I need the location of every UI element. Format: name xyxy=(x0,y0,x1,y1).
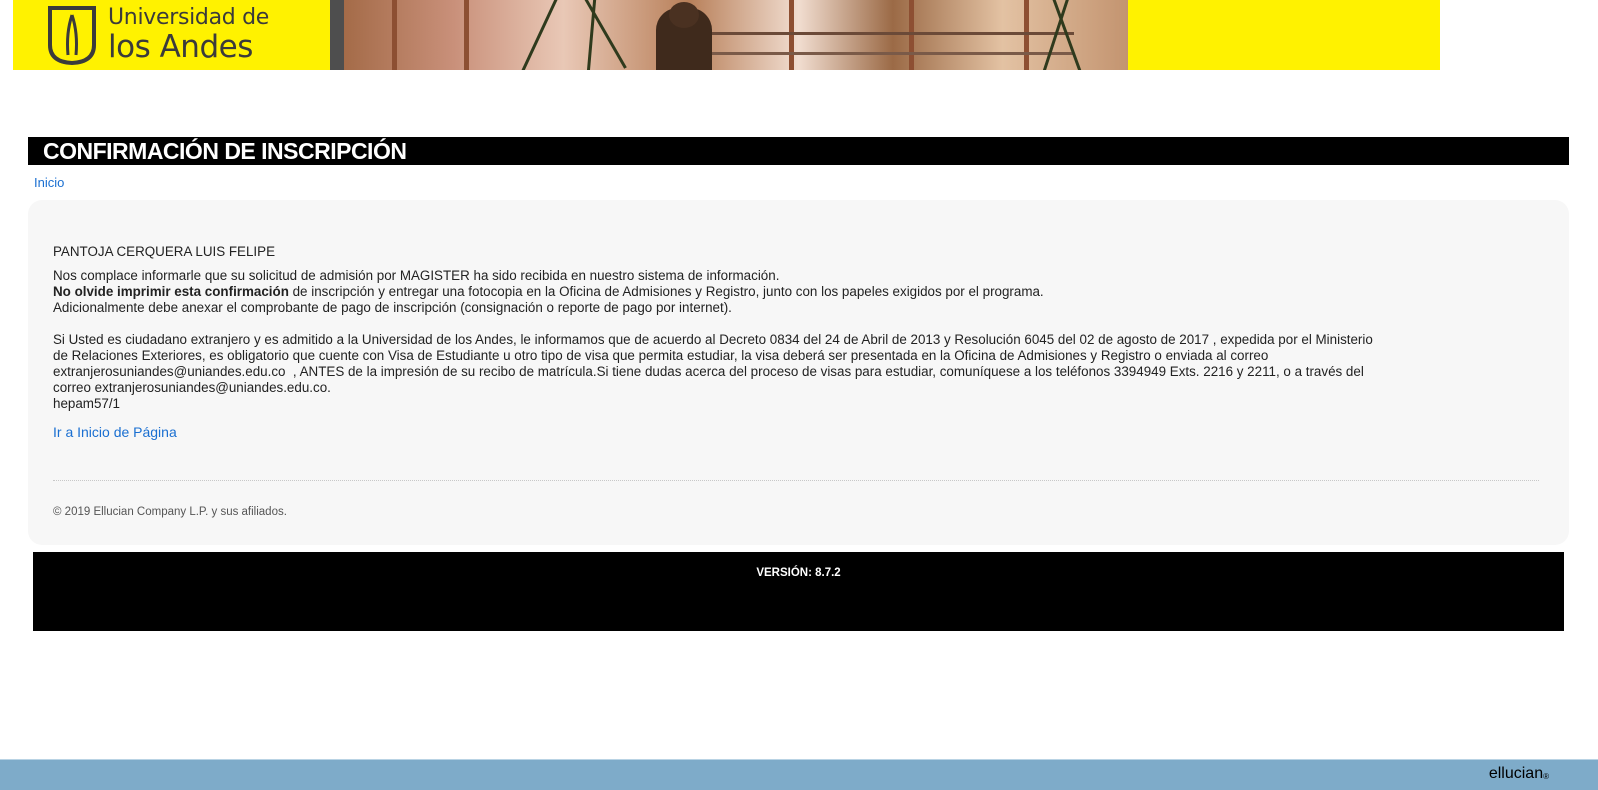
photo-plant xyxy=(579,0,627,69)
applicant-name: PANTOJA CERQUERA LUIS FELIPE xyxy=(53,244,276,259)
photo-plant xyxy=(586,0,597,70)
visa-info-line-4: correo extranjerosuniandes@uniandes.edu.… xyxy=(53,380,331,395)
print-reminder: No olvide imprimir esta confirmación de … xyxy=(53,284,1453,300)
photo-rail xyxy=(694,52,1074,55)
page-code: hepam57/1 xyxy=(53,396,121,411)
photo-beam xyxy=(789,0,794,70)
content-panel: PANTOJA CERQUERA LUIS FELIPE Nos complac… xyxy=(28,200,1569,545)
confirmation-content: PANTOJA CERQUERA LUIS FELIPE Nos complac… xyxy=(53,244,1453,412)
photo-beam xyxy=(909,0,914,70)
visa-info-line-1: Si Usted es ciudadano extranjero y es ad… xyxy=(53,332,1373,347)
photo-rail xyxy=(694,32,1074,35)
breadcrumb-home-link[interactable]: Inicio xyxy=(34,175,64,190)
photo-beam xyxy=(1024,0,1029,70)
ellucian-brand-text: ellucian xyxy=(1488,765,1544,782)
copyright-text: © 2019 Ellucian Company L.P. y sus afili… xyxy=(53,506,287,518)
visa-info-line-3: extranjerosuniandes@uniandes.edu.co , AN… xyxy=(53,364,1364,379)
footer-bar: ellucian® xyxy=(0,759,1598,790)
registered-mark: ® xyxy=(1543,772,1549,781)
received-message: Nos complace informarle que su solicitud… xyxy=(53,268,780,283)
payment-note: Adicionalmente debe anexar el comprobant… xyxy=(53,300,732,315)
campus-photo xyxy=(344,0,1128,70)
photo-beam xyxy=(392,0,397,70)
title-bar: CONFIRMACIÓN DE INSCRIPCIÓN xyxy=(28,137,1569,165)
go-to-top-link[interactable]: Ir a Inicio de Página xyxy=(53,424,177,440)
university-logo[interactable]: Universidad de los Andes xyxy=(13,0,330,70)
page-title: CONFIRMACIÓN DE INSCRIPCIÓN xyxy=(43,138,407,164)
logo-line-2: los Andes xyxy=(108,29,253,65)
shield-logo-icon xyxy=(48,6,96,65)
photo-plant xyxy=(521,0,562,70)
print-reminder-rest: de inscripción y entregar una fotocopia … xyxy=(288,284,1044,299)
banner-separator xyxy=(330,0,344,70)
print-reminder-bold: No olvide imprimir esta confirmación xyxy=(53,284,289,299)
photo-beam xyxy=(464,0,469,70)
divider xyxy=(53,480,1539,481)
version-bar: VERSIÓN: 8.7.2 xyxy=(33,552,1564,631)
photo-statue-head xyxy=(669,2,699,28)
visa-info-line-2: de Relaciones Exteriores, es obligatorio… xyxy=(53,348,1269,363)
logo-line-1: Universidad de xyxy=(108,5,270,30)
ellucian-brand[interactable]: ellucian® xyxy=(1489,765,1549,783)
version-text: VERSIÓN: 8.7.2 xyxy=(756,567,841,579)
logo-text: Universidad de los Andes xyxy=(108,5,269,63)
header-banner: Universidad de los Andes xyxy=(13,0,1440,70)
